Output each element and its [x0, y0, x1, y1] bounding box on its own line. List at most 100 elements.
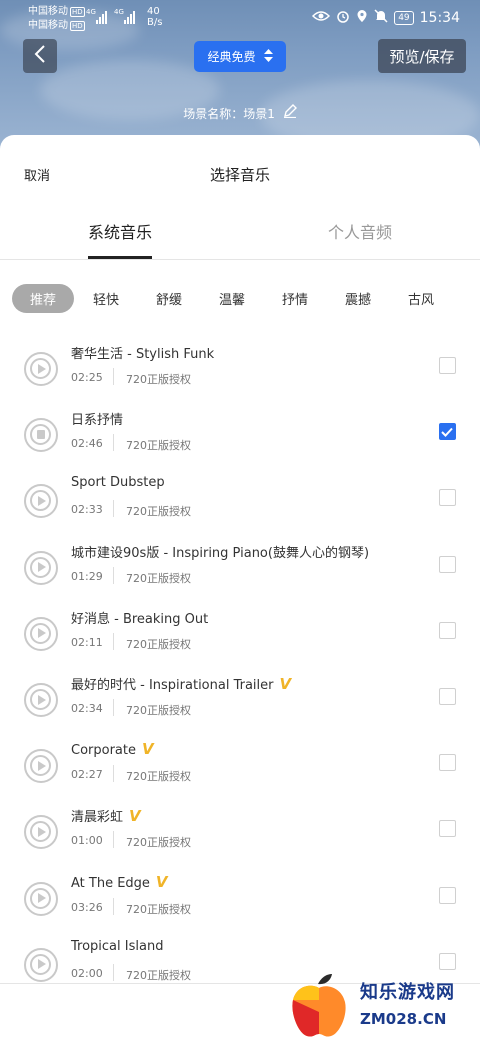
track-duration: 01:00: [71, 834, 103, 848]
play-button[interactable]: [24, 881, 58, 916]
track-title: Sport Dubstep: [71, 475, 165, 491]
location-icon: [356, 9, 368, 27]
track-license: 720正版授权: [126, 968, 191, 982]
select-checkbox[interactable]: [439, 886, 456, 904]
watermark-url: ZM028.CN: [360, 1010, 447, 1028]
track-license: 720正版授权: [126, 836, 191, 850]
meta-separator: [113, 566, 114, 584]
scene-name[interactable]: 场景名称：场景1: [0, 104, 480, 122]
vip-badge: V: [279, 675, 292, 693]
select-checkbox[interactable]: [439, 688, 456, 705]
music-picker-sheet: 取消 选择音乐 系统音乐 个人音频 推荐 轻快 舒缓 温馨 抒情 震撼 古风 奢华生活 - …: [0, 135, 480, 1040]
track-license: 720正版授权: [126, 439, 191, 453]
mode-label: 经典免费: [207, 50, 256, 64]
category-chip[interactable]: 推荐: [12, 284, 74, 313]
category-chip[interactable]: 抒情: [267, 284, 323, 313]
vip-badge: V: [155, 872, 168, 891]
play-button[interactable]: [24, 484, 58, 519]
tab-personal-audio[interactable]: 个人音频: [328, 219, 392, 243]
play-button[interactable]: [24, 947, 58, 982]
select-checkbox[interactable]: [439, 952, 456, 970]
track-title: Tropical Island: [71, 938, 164, 954]
track-duration: 02:33: [71, 503, 103, 517]
meta-separator: [113, 434, 114, 452]
track-row[interactable]: 好消息 - Breaking Out 02:11 720正版授权: [0, 608, 480, 674]
alarm-icon: [336, 9, 350, 27]
track-row[interactable]: 奢华生活 - Stylish Funk 02:25 720正版授权: [0, 343, 480, 409]
select-checkbox[interactable]: [439, 357, 456, 374]
track-title: Corporate V: [71, 740, 154, 759]
track-title: At The Edge V: [71, 872, 168, 891]
signal-icon-2: [124, 10, 136, 24]
track-license: 720正版授权: [126, 373, 191, 386]
stop-icon: [36, 430, 45, 440]
category-chip[interactable]: 温馨: [204, 284, 260, 313]
meta-separator: [113, 368, 114, 385]
play-icon: [37, 893, 46, 904]
play-icon: [37, 694, 46, 705]
play-icon: [37, 826, 46, 837]
track-row[interactable]: Sport Dubstep 02:33 720正版授权: [0, 475, 480, 541]
sheet-title: 选择音乐: [209, 166, 270, 184]
play-button[interactable]: [24, 815, 58, 850]
scene-name-label: 场景名称：场景1: [183, 107, 275, 121]
track-title: 奢华生活 - Stylish Funk: [71, 347, 215, 362]
track-row[interactable]: 最好的时代 - Inspirational Trailer V 02:34 720正版…: [0, 674, 480, 740]
track-row[interactable]: 城市建设90s版 - Inspiring Piano(鼓舞人心的钢琴) 01:29…: [0, 542, 480, 608]
track-duration: 02:25: [71, 371, 103, 384]
preview-save-button[interactable]: 预览/保存: [378, 39, 466, 73]
category-chip[interactable]: 舒缓: [141, 284, 197, 313]
signal-icon: [96, 10, 108, 24]
track-license: 720正版授权: [126, 571, 191, 585]
meta-separator: [113, 963, 114, 981]
track-duration: 02:34: [71, 702, 103, 715]
mute-icon: [374, 9, 388, 27]
tab-system-music[interactable]: 系统音乐: [88, 219, 152, 243]
play-button[interactable]: [24, 550, 58, 585]
play-button[interactable]: [24, 616, 58, 651]
meta-separator: [113, 500, 114, 518]
play-icon: [37, 760, 46, 771]
play-icon: [37, 495, 46, 506]
play-button[interactable]: [24, 683, 58, 717]
play-button[interactable]: [24, 352, 58, 386]
track-row[interactable]: 清晨彩虹 V 01:00 720正版授权: [0, 806, 480, 872]
mode-selector-button[interactable]: 经典免费: [194, 41, 286, 72]
track-row[interactable]: At The Edge V 03:26 720正版授权: [0, 873, 480, 939]
chevron-left-icon: [34, 45, 46, 67]
track-license: 720正版授权: [126, 770, 191, 784]
select-checkbox[interactable]: [439, 489, 456, 507]
back-button[interactable]: [23, 39, 57, 73]
track-license: 720正版授权: [126, 505, 191, 519]
category-chip[interactable]: 震撼: [330, 284, 386, 313]
track-license: 720正版授权: [126, 637, 191, 651]
play-icon: [37, 562, 46, 573]
track-row[interactable]: Corporate V 02:27 720正版授权: [0, 740, 480, 806]
select-checkbox[interactable]: [439, 820, 456, 838]
select-checkbox[interactable]: [439, 555, 456, 573]
select-checkbox[interactable]: [439, 754, 456, 772]
network-speed: 40 B/s: [147, 6, 163, 28]
select-checkbox[interactable]: [439, 621, 456, 639]
battery-icon: 49: [394, 11, 414, 25]
meta-separator: [113, 897, 114, 915]
edit-pencil-icon[interactable]: [283, 104, 297, 121]
select-checkbox[interactable]: [439, 423, 456, 441]
track-row[interactable]: 日系抒情 02:46 720正版授权: [0, 409, 480, 475]
stop-button[interactable]: [24, 418, 58, 453]
track-title: 城市建设90s版 - Inspiring Piano(鼓舞人心的钢琴): [71, 545, 370, 561]
carrier-1: 中国移动 HD: [28, 6, 85, 17]
track-duration: 03:26: [71, 900, 103, 914]
category-chip[interactable]: 轻快: [78, 284, 134, 313]
category-chip[interactable]: 古风: [393, 284, 449, 313]
track-title: 好消息 - Breaking Out: [71, 611, 209, 627]
track-title: 最好的时代 - Inspirational Trailer V: [71, 675, 292, 693]
net-type-1: 4G: [86, 8, 96, 16]
clock: 15:34: [419, 10, 460, 26]
vip-badge: V: [129, 807, 141, 826]
track-title: 清晨彩虹 V: [71, 807, 141, 826]
track-license: 720正版授权: [126, 902, 191, 916]
vip-badge: V: [142, 740, 154, 759]
play-icon: [37, 363, 46, 374]
play-button[interactable]: [24, 749, 58, 784]
